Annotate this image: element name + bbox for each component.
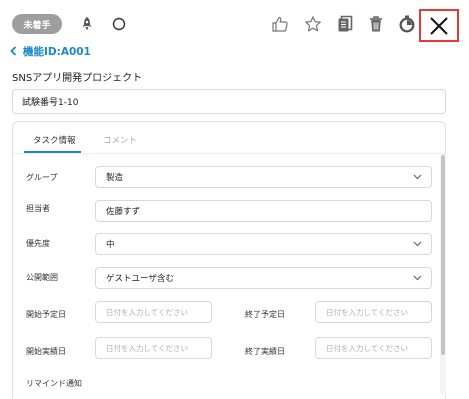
visibility-label: 公開範囲	[26, 273, 58, 282]
actual-end-placeholder: 日付を入力してください	[326, 343, 409, 353]
assignee-label: 担当者	[26, 204, 50, 213]
chevron-down-icon	[413, 174, 422, 180]
scrollbar-thumb[interactable]	[441, 155, 445, 355]
chevron-down-icon	[413, 275, 422, 281]
tab-divider	[13, 153, 444, 154]
visibility-select[interactable]: ゲストユーザ含む	[95, 267, 432, 289]
planned-start-placeholder: 日付を入力してください	[106, 307, 189, 317]
actual-end-label: 終了実績日	[245, 347, 285, 356]
chevron-down-icon	[413, 241, 422, 247]
rocket-icon[interactable]	[78, 15, 96, 33]
close-icon	[430, 16, 448, 35]
actual-start-placeholder: 日付を入力してください	[106, 343, 189, 353]
actual-start-label: 開始実績日	[26, 347, 66, 356]
group-value: 製造	[106, 173, 124, 183]
back-link[interactable]: 機能ID:A001	[10, 44, 91, 58]
priority-label: 優先度	[26, 239, 50, 248]
group-label: グループ	[26, 173, 58, 182]
group-select[interactable]: 製造	[95, 166, 432, 188]
test-number-field[interactable]: 試験番号1-10	[12, 89, 446, 114]
assignee-input[interactable]: 佐藤すず	[95, 200, 432, 222]
circle-icon[interactable]	[110, 15, 128, 33]
timer-icon[interactable]	[396, 13, 418, 35]
planned-end-label: 終了予定日	[245, 310, 285, 319]
tab-task-info[interactable]: タスク情報	[33, 134, 76, 146]
actual-end-input[interactable]: 日付を入力してください	[315, 337, 432, 359]
priority-select[interactable]: 中	[95, 233, 432, 255]
planned-end-placeholder: 日付を入力してください	[326, 307, 409, 317]
priority-value: 中	[106, 240, 115, 250]
visibility-value: ゲストユーザ含む	[106, 274, 174, 284]
planned-start-label: 開始予定日	[26, 310, 66, 319]
chevron-left-icon	[10, 46, 17, 56]
reminder-label: リマインド通知	[26, 379, 82, 388]
planned-end-input[interactable]: 日付を入力してください	[315, 301, 432, 323]
project-title: SNSアプリ開発プロジェクト	[12, 73, 143, 84]
back-link-label: 機能ID:A001	[23, 45, 91, 58]
trash-icon[interactable]	[366, 14, 386, 34]
status-badge[interactable]: 未着手	[12, 14, 62, 34]
tab-comments[interactable]: コメント	[103, 134, 137, 146]
assignee-value: 佐藤すず	[106, 207, 141, 217]
planned-start-input[interactable]: 日付を入力してください	[95, 301, 212, 323]
copy-icon[interactable]	[335, 14, 355, 34]
close-button[interactable]	[419, 9, 459, 42]
thumbs-up-icon[interactable]	[270, 14, 290, 34]
actual-start-input[interactable]: 日付を入力してください	[95, 337, 212, 359]
star-icon[interactable]	[303, 14, 323, 34]
